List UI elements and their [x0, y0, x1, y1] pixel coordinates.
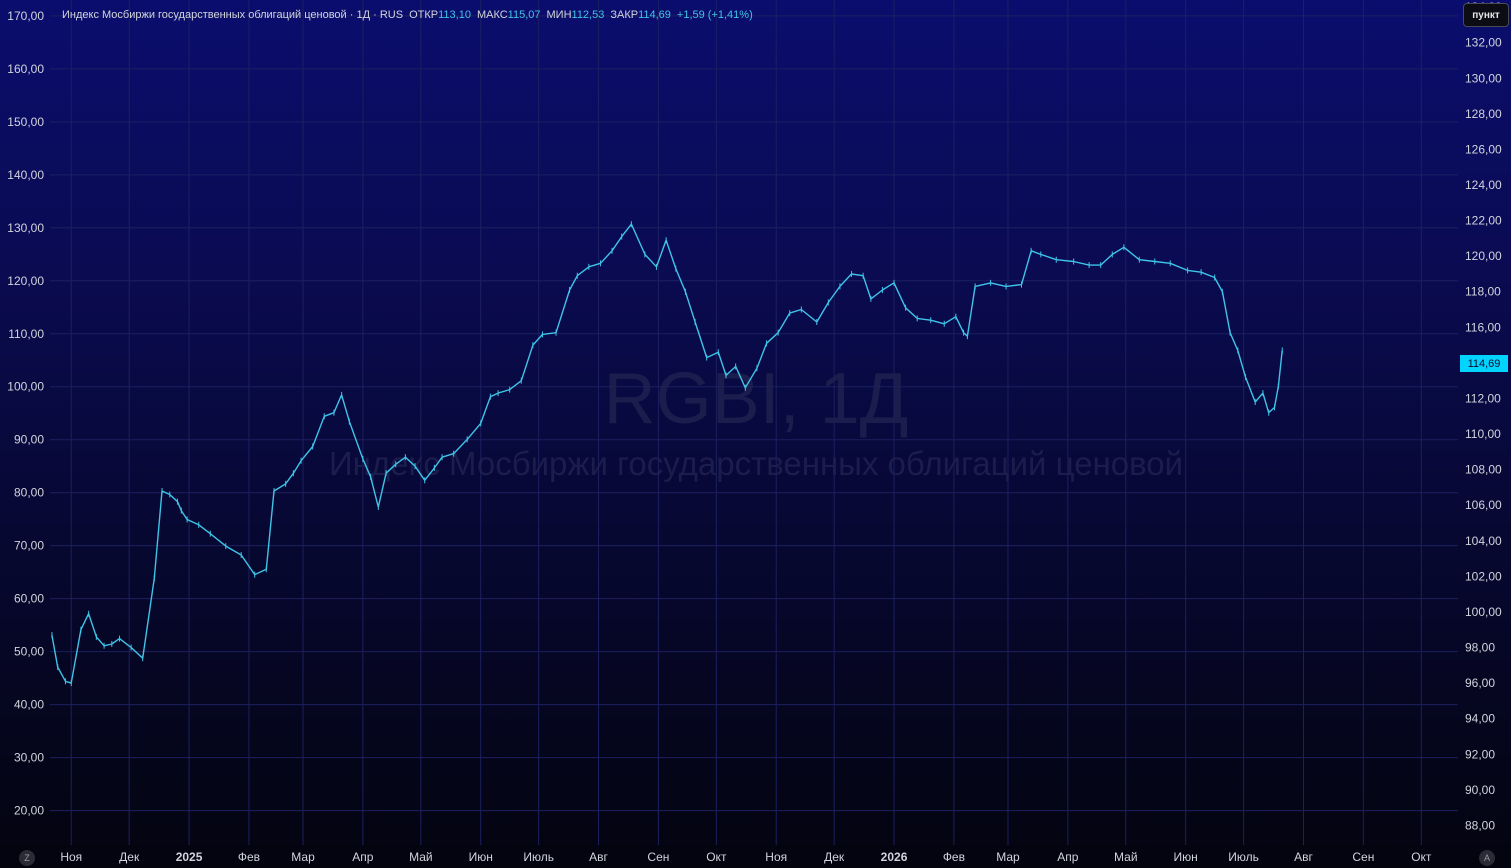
right-tick-label: 122,00: [1465, 214, 1502, 228]
time-tick-label: Июн: [1174, 850, 1198, 864]
time-tick-label: Окт: [706, 850, 727, 864]
legend-close-value: 114,69: [638, 9, 671, 21]
time-tick-label: Дек: [119, 850, 140, 864]
left-price-axis: 170,00 160,00 150,00 140,00 130,00 120,00 110,…: [7, 9, 44, 818]
legend-exchange: RUS: [379, 9, 404, 21]
legend-close-label: ЗАКР: [610, 9, 639, 21]
left-tick-label: 150,00: [7, 115, 44, 129]
left-tick-label: 50,00: [14, 645, 44, 659]
right-tick-label: 128,00: [1465, 107, 1502, 121]
price-chart[interactable]: RGBI, 1Д Индекс Мосбиржи государственных…: [0, 0, 1511, 868]
right-tick-label: 92,00: [1465, 747, 1495, 761]
time-tick-label: Авг: [1294, 850, 1313, 864]
time-tick-label: Апр: [352, 850, 374, 864]
last-price-tag: 114,69: [1460, 355, 1508, 372]
right-tick-label: 106,00: [1465, 498, 1502, 512]
time-tick-label: Ноя: [60, 850, 82, 864]
time-tick-label: Фев: [943, 850, 965, 864]
left-tick-label: 100,00: [7, 380, 44, 394]
right-tick-label: 118,00: [1465, 285, 1501, 299]
left-tick-label: 90,00: [14, 433, 44, 447]
time-tick-label: Мар: [291, 850, 315, 864]
time-tick-label: 2026: [881, 850, 908, 864]
right-tick-label: 96,00: [1465, 676, 1495, 690]
left-tick-label: 140,00: [7, 168, 44, 182]
right-tick-label: 102,00: [1465, 569, 1502, 583]
left-tick-label: 40,00: [14, 698, 44, 712]
legend-high-label: МАКС: [476, 9, 508, 21]
left-tick-label: 70,00: [14, 539, 44, 553]
left-tick-label: 120,00: [7, 274, 44, 288]
price-unit-button[interactable]: пункт: [1463, 3, 1509, 27]
right-tick-label: 126,00: [1465, 142, 1502, 156]
legend-low-label: МИН: [546, 9, 572, 21]
right-tick-label: 104,00: [1465, 534, 1502, 548]
auto-scale-button[interactable]: A: [1479, 850, 1495, 866]
right-tick-label: 112,00: [1465, 391, 1501, 405]
right-tick-label: 116,00: [1465, 320, 1501, 334]
time-tick-label: Ноя: [765, 850, 787, 864]
time-tick-label: Фев: [238, 850, 260, 864]
left-tick-label: 130,00: [7, 221, 44, 235]
chart-background: RGBI, 1Д Индекс Мосбиржи государственных…: [0, 0, 1511, 868]
right-tick-label: 94,00: [1465, 712, 1495, 726]
left-tick-label: 60,00: [14, 592, 44, 606]
time-tick-label: Авг: [589, 850, 608, 864]
time-tick-label: Сен: [1352, 850, 1374, 864]
time-tick-label: Июль: [1228, 850, 1259, 864]
time-tick-label: Дек: [824, 850, 845, 864]
legend-change: +1,59 (+1,41%): [676, 9, 753, 21]
right-tick-label: 88,00: [1465, 818, 1495, 832]
time-tick-label: Май: [409, 850, 433, 864]
right-tick-label: 100,00: [1465, 605, 1502, 619]
time-tick-label: Май: [1114, 850, 1138, 864]
left-tick-label: 80,00: [14, 486, 44, 500]
time-tick-label: Окт: [1411, 850, 1432, 864]
time-tick-label: Сен: [647, 850, 669, 864]
right-price-axis: 134,00132,00130,00128,00126,00124,00122,…: [1465, 0, 1502, 832]
time-tick-label: Июль: [523, 850, 554, 864]
time-tick-label: Апр: [1057, 850, 1079, 864]
right-tick-label: 108,00: [1465, 463, 1502, 477]
time-tick-label: Мар: [996, 850, 1020, 864]
time-tick-label: 2025: [176, 850, 203, 864]
right-tick-label: 90,00: [1465, 783, 1495, 797]
left-tick-label: 160,00: [7, 62, 44, 76]
legend-open-value: 113,10: [438, 9, 471, 21]
time-tick-label: Июн: [469, 850, 493, 864]
right-tick-label: 120,00: [1465, 249, 1502, 263]
right-tick-label: 124,00: [1465, 178, 1502, 192]
right-tick-label: 130,00: [1465, 71, 1502, 85]
legend-high-value: 115,07: [507, 9, 541, 21]
left-tick-label: 110,00: [8, 327, 44, 341]
right-tick-label: 132,00: [1465, 36, 1502, 50]
right-tick-label: 98,00: [1465, 641, 1495, 655]
legend-low-value: 112,53: [571, 9, 605, 21]
timezone-button[interactable]: Z: [19, 850, 35, 866]
legend-name: Индекс Мосбиржи государственных облигаци…: [62, 9, 347, 21]
left-tick-label: 20,00: [14, 804, 44, 818]
legend-interval: 1Д: [356, 9, 371, 21]
right-tick-label: 110,00: [1465, 427, 1501, 441]
time-axis: Ноя Дек 2025 Фев Мар Апр Май Июн Июль Авг Сен Окт Но…: [60, 850, 1432, 864]
legend-open-label: ОТКР: [409, 9, 439, 21]
left-tick-label: 170,00: [7, 9, 44, 23]
left-tick-label: 30,00: [14, 751, 44, 765]
legend: Индекс Мосбиржи государственных облигаци…: [62, 9, 753, 21]
